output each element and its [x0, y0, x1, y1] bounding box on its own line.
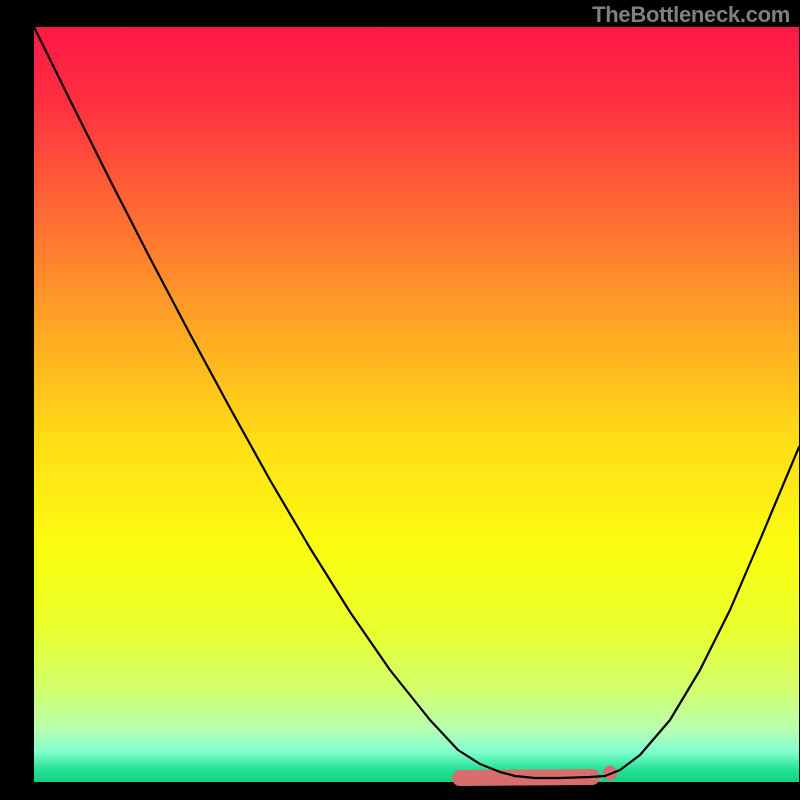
attribution-label: TheBottleneck.com — [592, 2, 790, 28]
plot-background — [34, 27, 799, 782]
chart-container: TheBottleneck.com — [0, 0, 800, 800]
bottleneck-chart — [0, 0, 800, 800]
